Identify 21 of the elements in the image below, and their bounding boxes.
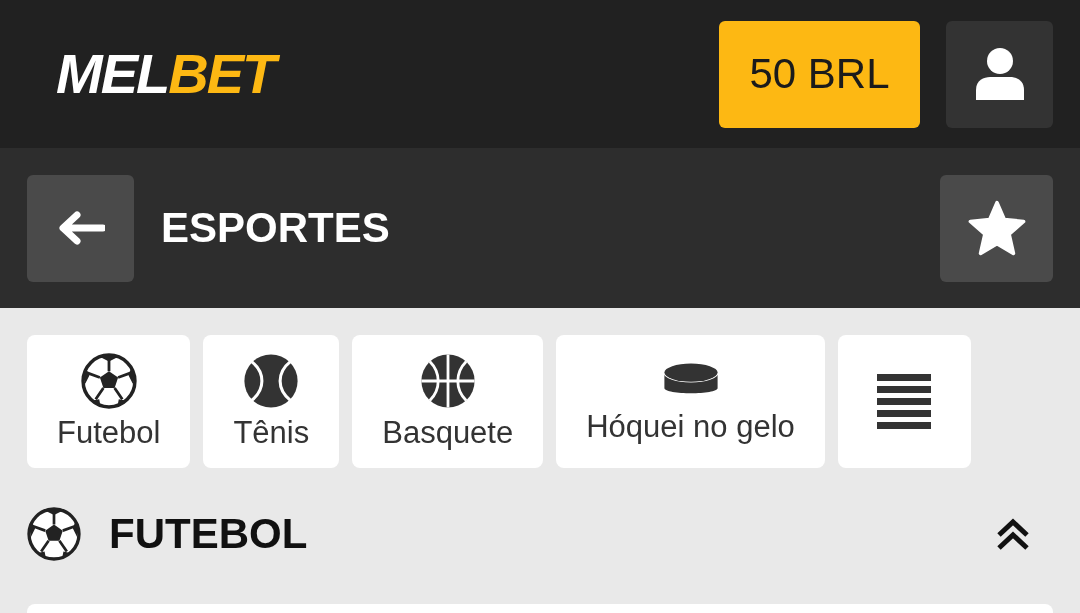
sport-tab[interactable]: Basquete [352, 335, 544, 468]
basketball-icon [419, 352, 476, 409]
tennis-ball-icon [243, 352, 300, 409]
back-button[interactable] [27, 174, 134, 282]
soccer-ball-icon [27, 507, 81, 561]
sport-tab[interactable]: Futebol [27, 335, 191, 468]
sport-tab[interactable]: Hóquei no gelo [556, 335, 825, 468]
favorite-button[interactable] [940, 174, 1053, 282]
soccer-ball-icon [80, 352, 137, 409]
sport-tab[interactable]: Tênis [203, 335, 340, 468]
star-icon [967, 200, 1026, 256]
section-title: FUTEBOL [109, 510, 308, 558]
more-sports-button[interactable] [837, 335, 971, 468]
back-arrow-icon [56, 211, 105, 245]
user-button[interactable] [946, 20, 1053, 128]
user-icon [975, 48, 1024, 100]
menu-icon [877, 373, 932, 430]
collapse-icon[interactable] [996, 517, 1030, 551]
logo: MELBET [52, 40, 285, 108]
page-title: ESPORTES [161, 204, 390, 252]
balance-button[interactable]: 50 BRL [719, 20, 920, 128]
